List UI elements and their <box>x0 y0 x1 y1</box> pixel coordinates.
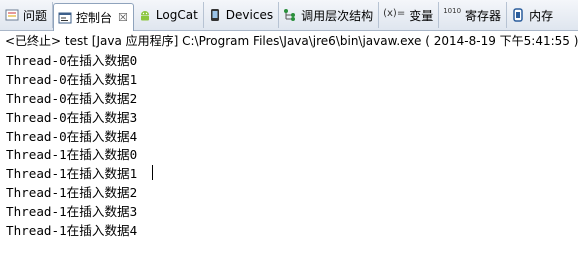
tab-label: 变量 <box>409 8 434 23</box>
tab-variables[interactable]: (x)= 变量 <box>379 2 440 28</box>
tab-label: 控制台 <box>76 11 113 25</box>
close-icon[interactable]: ☒ <box>118 11 128 24</box>
android-icon <box>138 8 152 22</box>
tab-console[interactable]: 控制台 ☒ <box>53 3 134 31</box>
tab-memory[interactable]: 内存 <box>507 2 558 28</box>
console-line: Thread-1在插入数据0 <box>6 147 138 163</box>
console-output[interactable]: Thread-0在插入数据0 Thread-0在插入数据1 Thread-0在插… <box>6 52 576 241</box>
tab-label: 寄存器 <box>465 8 502 23</box>
tab-label: LogCat <box>155 8 198 22</box>
tab-label: 问题 <box>23 8 48 23</box>
device-icon <box>208 8 222 22</box>
console-line: Thread-0在插入数据2 <box>6 90 138 106</box>
console-line: Thread-1在插入数据2 <box>6 185 138 201</box>
memory-icon <box>511 8 525 22</box>
tab-label: 内存 <box>529 8 554 23</box>
console-line: Thread-0在插入数据4 <box>6 128 138 144</box>
console-process-status: <已终止> test [Java 应用程序] C:\Program Files\… <box>5 34 578 48</box>
console-line: Thread-1在插入数据1 <box>6 166 138 182</box>
console-line: Thread-1在插入数据3 <box>6 204 138 220</box>
view-tab-bar: 问题 控制台 ☒ LogCat Devices 调用层次结构 (x)= 变量 1… <box>0 0 578 31</box>
console-icon <box>58 11 72 25</box>
console-line: Thread-0在插入数据0 <box>6 53 138 68</box>
tab-logcat[interactable]: LogCat <box>134 2 204 28</box>
tab-devices[interactable]: Devices <box>204 2 280 28</box>
console-line: Thread-0在插入数据3 <box>6 109 138 125</box>
problems-icon <box>5 8 19 22</box>
tab-label: Devices <box>225 8 274 22</box>
registers-icon: 1010 <box>443 7 462 15</box>
call-hierarchy-icon <box>283 8 297 22</box>
tab-call-hierarchy[interactable]: 调用层次结构 <box>279 2 380 28</box>
variables-icon: (x)= <box>383 8 406 19</box>
text-caret <box>152 165 153 180</box>
console-line: Thread-0在插入数据1 <box>6 71 138 87</box>
tab-registers[interactable]: 1010 寄存器 <box>439 2 508 28</box>
tab-problems[interactable]: 问题 <box>1 2 54 28</box>
console-line: Thread-1在插入数据4 <box>6 223 138 239</box>
tab-label: 调用层次结构 <box>301 8 374 23</box>
